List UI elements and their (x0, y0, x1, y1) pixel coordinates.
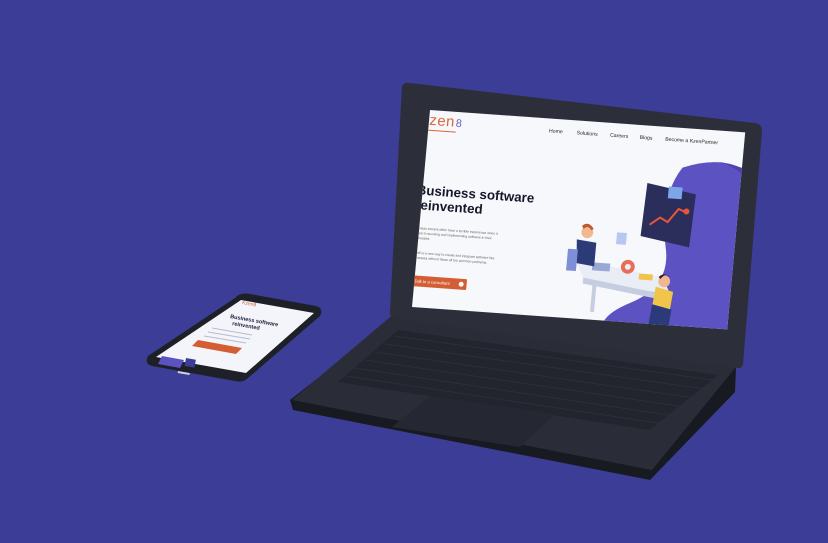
phone-device: Kzen8 Business software reinvented (146, 293, 322, 382)
mockup-stage: Kzen8 Home Solutions Careers Blogs Becom… (0, 0, 828, 543)
